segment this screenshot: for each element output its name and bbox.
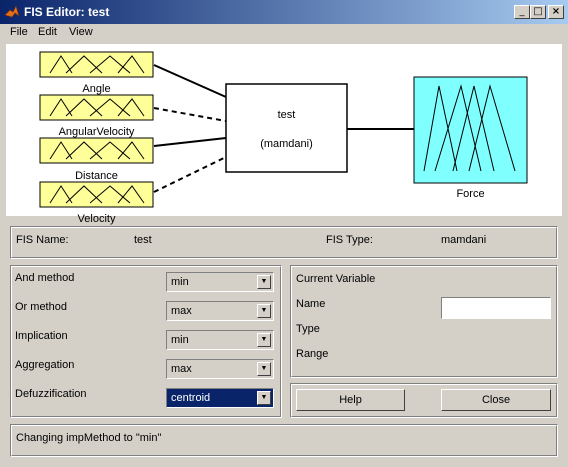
defuzzification-select[interactable]: centroid ▼ [166, 388, 274, 408]
aggregation-label: Aggregation [15, 359, 75, 371]
input-label-angle: Angle [82, 83, 111, 95]
input-label-velocity: Velocity [77, 213, 116, 225]
implication-select[interactable]: min ▼ [166, 330, 274, 350]
input-angle-block[interactable] [39, 51, 154, 78]
close-window-button[interactable]: × [548, 5, 564, 19]
input-label-distance: Distance [75, 170, 118, 182]
input-velocity-block[interactable] [39, 181, 154, 208]
and-method-value: min [171, 276, 189, 288]
help-button[interactable]: Help [296, 389, 405, 411]
variable-name-label: Name [296, 298, 326, 310]
defuzzification-label: Defuzzification [15, 388, 87, 400]
variable-range-label: Range [296, 348, 329, 360]
implication-value: min [171, 334, 189, 346]
status-panel: Changing impMethod to "min" [10, 424, 558, 457]
title-bar: FIS Editor: test _ □ × [0, 0, 568, 24]
current-variable-panel: Current Variable Name Type Range [290, 265, 558, 378]
fis-name-value: test [134, 234, 152, 246]
system-name: test [277, 109, 296, 121]
current-variable-title: Current Variable [296, 273, 376, 285]
defuzzification-value: centroid [171, 392, 211, 404]
fis-type-value: mamdani [441, 234, 487, 246]
fis-diagram: Angle AngularVelocity Distance Velocity … [6, 44, 562, 225]
chevron-down-icon: ▼ [257, 333, 271, 347]
chevron-down-icon: ▼ [257, 275, 271, 289]
or-method-select[interactable]: max ▼ [166, 301, 274, 321]
minimize-button[interactable]: _ [514, 5, 530, 19]
output-label-force: Force [456, 188, 485, 200]
and-method-select[interactable]: min ▼ [166, 272, 274, 292]
menu-bar: File Edit View [0, 24, 568, 42]
aggregation-select[interactable]: max ▼ [166, 359, 274, 379]
close-button[interactable]: Close [441, 389, 551, 411]
fis-info-panel: FIS Name: test FIS Type: mamdani [10, 226, 558, 259]
implication-label: Implication [15, 330, 68, 342]
matlab-icon [4, 5, 20, 18]
methods-panel: And method min ▼ Or method max ▼ Implica… [10, 265, 282, 418]
input-label-angularvelocity: AngularVelocity [58, 126, 135, 138]
menu-view[interactable]: View [69, 26, 93, 38]
input-angularvelocity-block[interactable] [39, 94, 154, 121]
output-force-block[interactable] [413, 76, 528, 184]
menu-edit[interactable]: Edit [38, 26, 57, 38]
or-method-value: max [171, 305, 192, 317]
variable-type-label: Type [296, 323, 320, 335]
chevron-down-icon: ▼ [257, 304, 271, 318]
status-text: Changing impMethod to "min" [16, 432, 162, 444]
input-distance-block[interactable] [39, 137, 154, 164]
aggregation-value: max [171, 363, 192, 375]
and-method-label: And method [15, 272, 75, 284]
system-type: (mamdani) [260, 138, 313, 150]
window-title: FIS Editor: test [24, 5, 110, 19]
fis-name-label: FIS Name: [16, 234, 69, 246]
maximize-button[interactable]: □ [530, 5, 546, 19]
chevron-down-icon: ▼ [257, 362, 271, 376]
menu-file[interactable]: File [10, 26, 28, 38]
system-block[interactable] [225, 83, 348, 173]
or-method-label: Or method [15, 301, 67, 313]
buttons-panel: Help Close [290, 383, 558, 418]
fis-type-label: FIS Type: [326, 234, 373, 246]
chevron-down-icon: ▼ [257, 391, 271, 405]
variable-name-input[interactable] [441, 297, 551, 319]
